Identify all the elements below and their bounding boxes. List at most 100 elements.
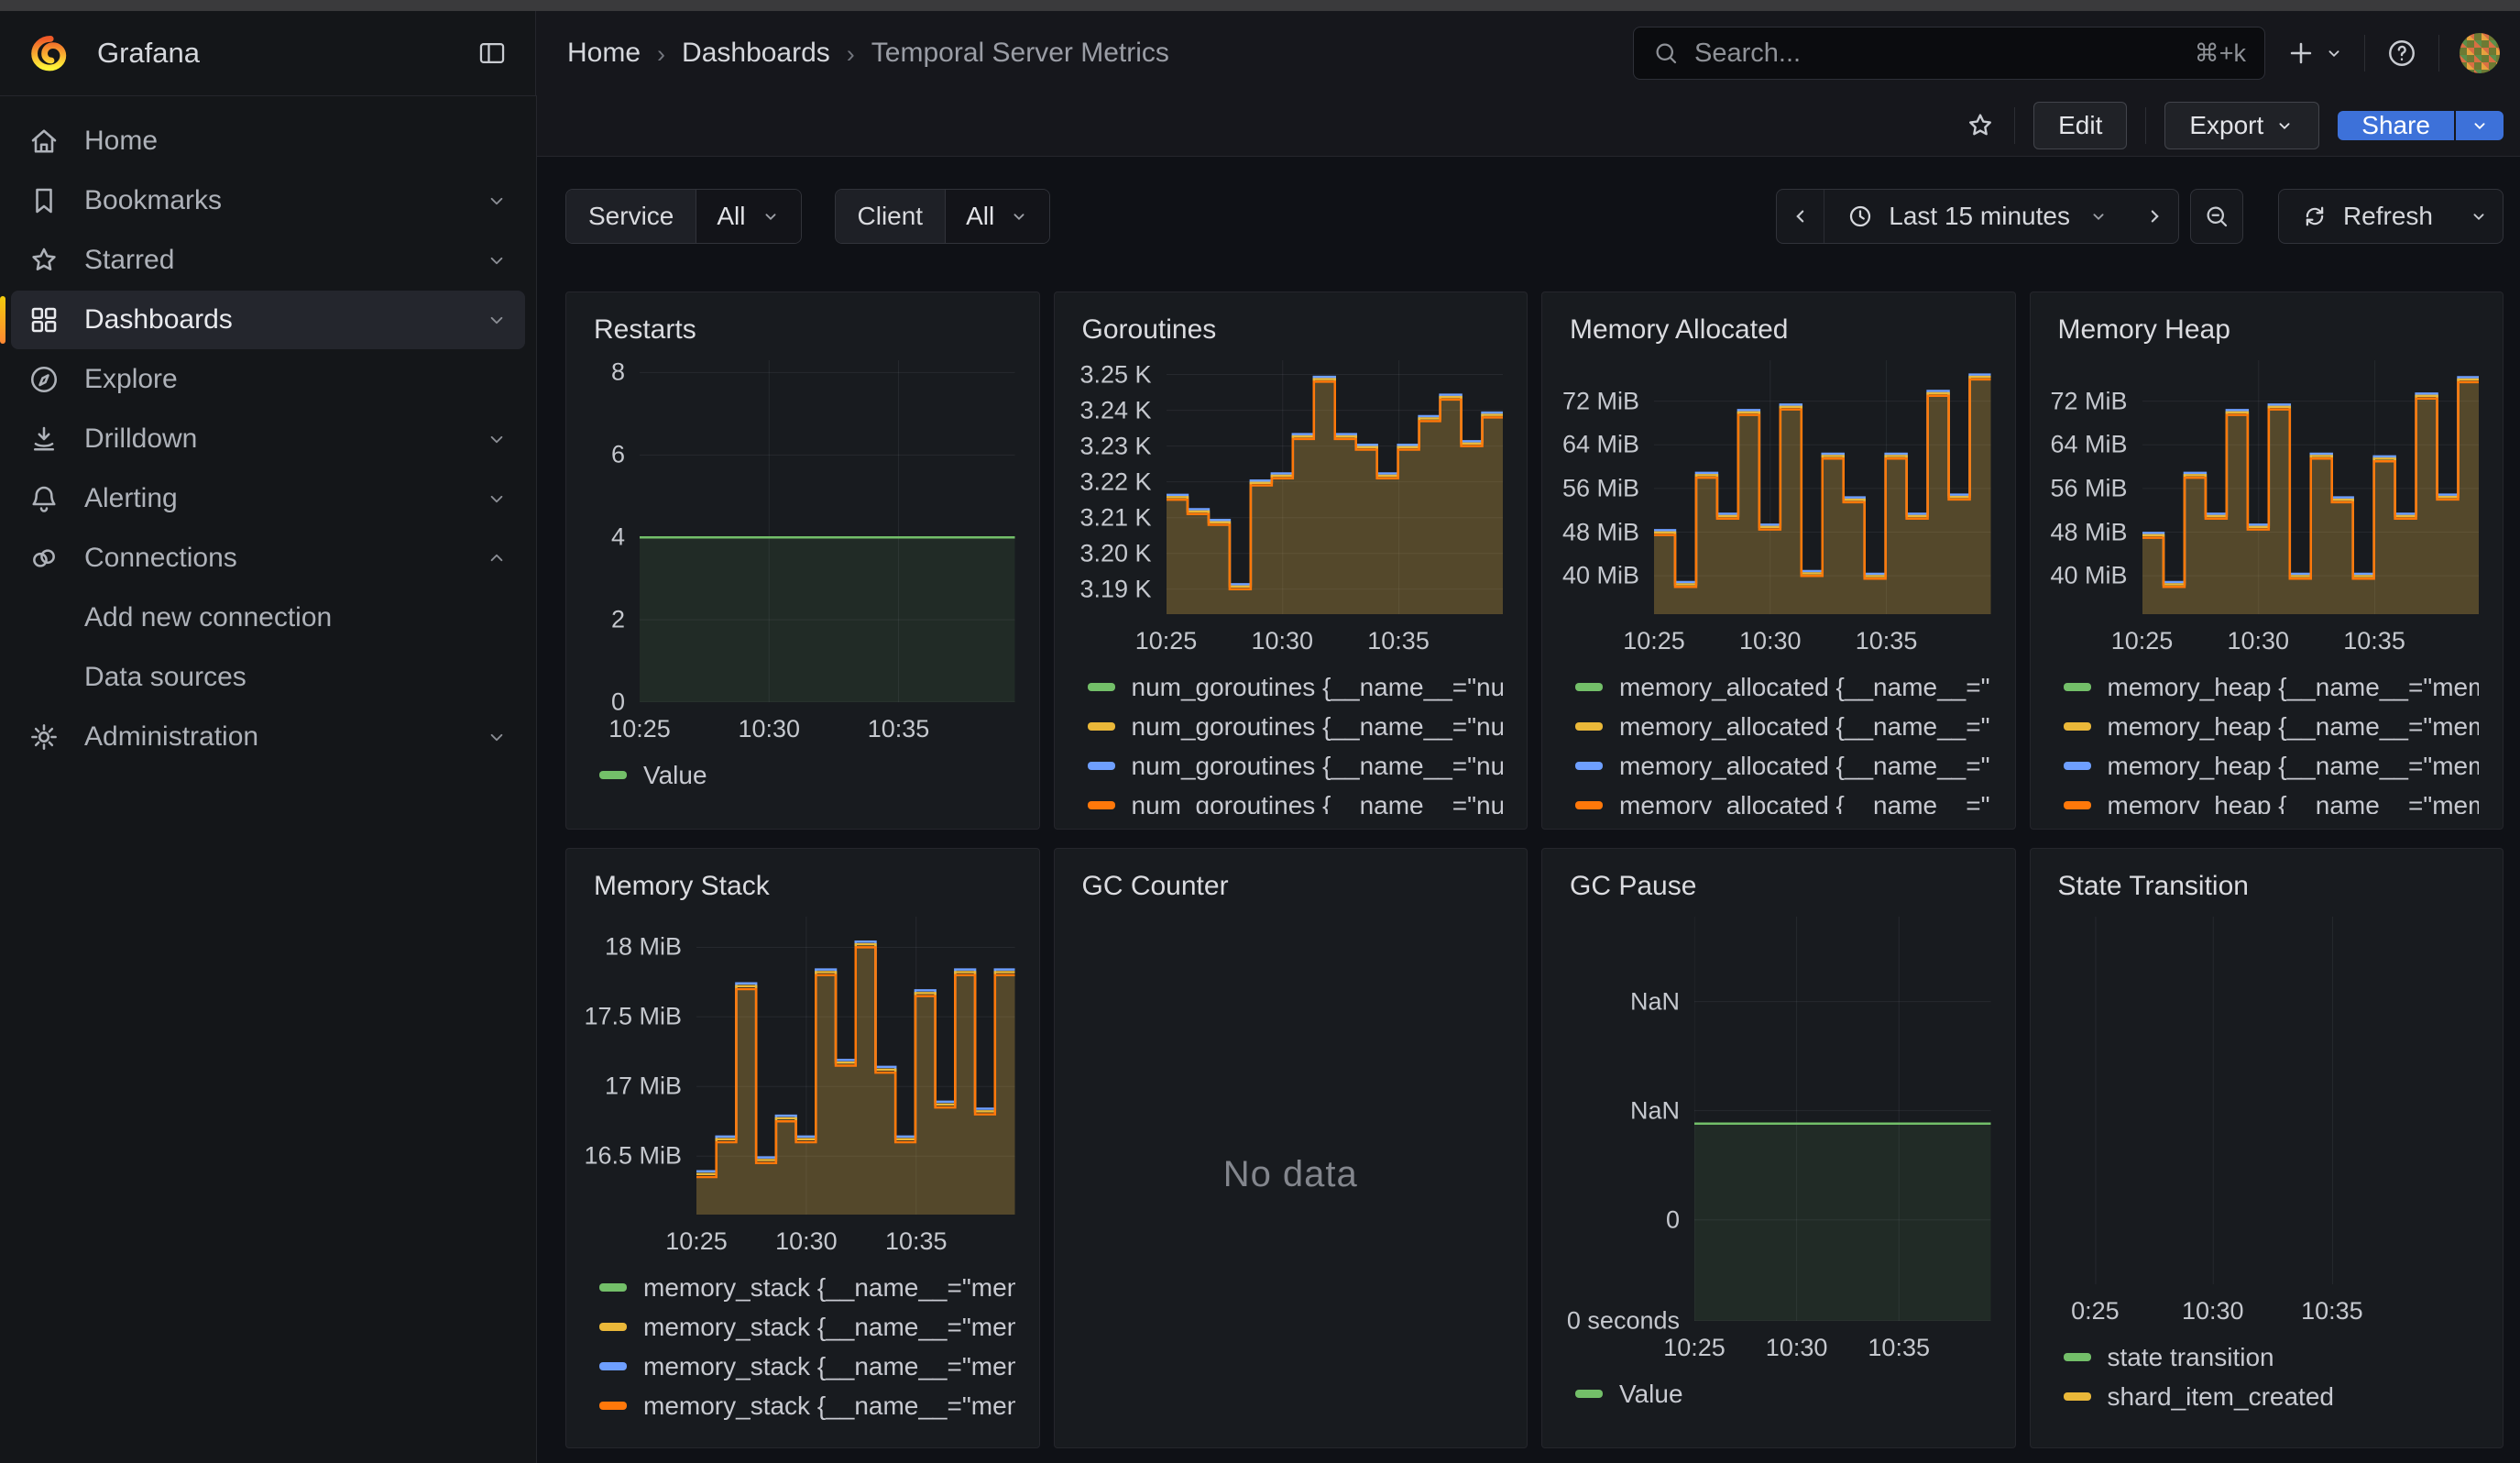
panel-title-goroutines[interactable]: Goroutines bbox=[1082, 314, 1504, 346]
chevron-down-icon[interactable] bbox=[485, 725, 509, 749]
y-tick-label: 3.22 K bbox=[1079, 468, 1151, 496]
user-avatar[interactable] bbox=[2460, 33, 2500, 73]
chevron-down-icon[interactable] bbox=[485, 248, 509, 272]
panel-title-memory-heap[interactable]: Memory Heap bbox=[2058, 314, 2480, 346]
breadcrumb-dashboards[interactable]: Dashboards bbox=[682, 38, 830, 69]
legend-item[interactable]: num_goroutines {__name__="num_go bbox=[1088, 667, 1504, 707]
sidebar-item-alerting[interactable]: Alerting bbox=[11, 469, 525, 528]
legend-series-label: num_goroutines {__name__="num_go bbox=[1132, 752, 1504, 781]
share-menu-button[interactable] bbox=[2456, 111, 2504, 140]
legend-item[interactable]: memory_heap {__name__="memory_h bbox=[2064, 667, 2480, 707]
plot-area bbox=[2142, 360, 2480, 614]
legend-item[interactable]: memory_heap {__name__="memory_h bbox=[2064, 746, 2480, 786]
x-tick-label: 10:25 bbox=[2111, 627, 2174, 655]
bell-icon bbox=[27, 482, 60, 515]
legend-item[interactable]: memory_allocated {__name__="memo bbox=[1575, 667, 1991, 707]
y-tick-label: 6 bbox=[611, 441, 625, 469]
add-button[interactable] bbox=[2285, 38, 2344, 69]
legend-series-marker bbox=[1575, 1390, 1603, 1398]
legend-item[interactable]: shard_item_created bbox=[2064, 1377, 2480, 1416]
refresh-controls: Refresh bbox=[2278, 189, 2504, 244]
legend-item[interactable]: state transition bbox=[2064, 1337, 2480, 1377]
panel-memory-allocated: Memory Allocated72 MiB64 MiB56 MiB48 MiB… bbox=[1541, 292, 2016, 830]
share-button[interactable]: Share bbox=[2338, 111, 2454, 140]
sidebar-item-starred[interactable]: Starred bbox=[11, 231, 525, 290]
x-axis: 10:2510:3010:35 bbox=[1654, 614, 1991, 658]
chevron-down-icon[interactable] bbox=[485, 427, 509, 451]
chevron-down-icon[interactable] bbox=[485, 189, 509, 213]
plot-area bbox=[1694, 917, 1991, 1321]
legend-item[interactable]: memory_stack {__name__="memory_s bbox=[599, 1268, 1015, 1307]
search-input[interactable]: Search... ⌘+k bbox=[1633, 27, 2265, 80]
legend-item[interactable]: num_goroutines {__name__="num_go bbox=[1088, 707, 1504, 746]
sidebar-toggle-button[interactable] bbox=[477, 38, 508, 69]
legend-series-marker bbox=[1575, 683, 1603, 691]
variable-service-label: Service bbox=[566, 190, 696, 243]
legend-series-marker bbox=[599, 1283, 627, 1292]
breadcrumb-home[interactable]: Home bbox=[567, 38, 641, 69]
x-tick-label: 10:35 bbox=[868, 715, 930, 743]
sidebar-item-drilldown[interactable]: Drilldown bbox=[11, 410, 525, 468]
chevron-down-icon[interactable] bbox=[485, 308, 509, 332]
time-range-label: Last 15 minutes bbox=[1889, 202, 2070, 231]
legend-item[interactable]: num_goroutines {__name__="num_go bbox=[1088, 746, 1504, 786]
legend-item[interactable]: num_goroutines {__name__="num_go bbox=[1088, 786, 1504, 814]
panel-legend: Value bbox=[599, 746, 1015, 814]
panel-title-gc-pause[interactable]: GC Pause bbox=[1570, 871, 1991, 902]
sidebar-item-add-new-connection[interactable]: Add new connection bbox=[11, 588, 525, 647]
time-range-picker[interactable]: Last 15 minutes bbox=[1824, 190, 2131, 243]
panel-goroutines: Goroutines3.25 K3.24 K3.23 K3.22 K3.21 K… bbox=[1054, 292, 1528, 830]
x-tick-label: 10:30 bbox=[2182, 1297, 2244, 1326]
panel-title-memory-allocated[interactable]: Memory Allocated bbox=[1570, 314, 1991, 346]
zoom-out-button[interactable] bbox=[2190, 189, 2243, 244]
help-button[interactable] bbox=[2385, 37, 2418, 70]
panel-title-restarts[interactable]: Restarts bbox=[594, 314, 1015, 346]
legend-item[interactable]: memory_allocated {__name__="memo bbox=[1575, 707, 1991, 746]
legend-item[interactable]: memory_allocated {__name__="memo bbox=[1575, 746, 1991, 786]
y-tick-label: NaN bbox=[1630, 1096, 1680, 1125]
sidebar-item-explore[interactable]: Explore bbox=[11, 350, 525, 409]
panel-title-memory-stack[interactable]: Memory Stack bbox=[594, 871, 1015, 902]
legend-item[interactable]: memory_heap {__name__="memory_h bbox=[2064, 707, 2480, 746]
panel-title-gc-counter[interactable]: GC Counter bbox=[1082, 871, 1504, 902]
edit-button[interactable]: Edit bbox=[2033, 102, 2127, 149]
drilldown-icon bbox=[27, 423, 60, 456]
legend-item[interactable]: memory_stack {__name__="memory_s bbox=[599, 1347, 1015, 1386]
legend-series-label: memory_heap {__name__="memory_h bbox=[2108, 673, 2480, 702]
y-tick-label: 56 MiB bbox=[1562, 474, 1639, 502]
legend-item[interactable]: memory_stack {__name__="memory_s bbox=[599, 1386, 1015, 1425]
sidebar-item-label: Data sources bbox=[84, 662, 247, 693]
sidebar-item-administration[interactable]: Administration bbox=[11, 708, 525, 766]
sidebar-item-bookmarks[interactable]: Bookmarks bbox=[11, 171, 525, 230]
chevron-up-icon[interactable] bbox=[485, 546, 509, 570]
search-placeholder: Search... bbox=[1694, 38, 2180, 69]
legend-item[interactable]: memory_stack {__name__="memory_s bbox=[599, 1307, 1015, 1347]
sidebar-item-home[interactable]: Home bbox=[11, 112, 525, 170]
grafana-logo-icon bbox=[27, 31, 71, 75]
variable-client-dropdown[interactable]: Client All bbox=[835, 189, 1051, 244]
variable-service-dropdown[interactable]: Service All bbox=[565, 189, 802, 244]
sidebar-item-data-sources[interactable]: Data sources bbox=[11, 648, 525, 707]
time-shift-back-button[interactable] bbox=[1777, 190, 1824, 243]
plus-icon bbox=[2285, 38, 2317, 69]
time-range-controls: Last 15 minutes bbox=[1776, 189, 2179, 244]
favorite-star-button[interactable] bbox=[1965, 110, 1996, 141]
sidebar-item-connections[interactable]: Connections bbox=[11, 529, 525, 588]
refresh-interval-button[interactable] bbox=[2455, 190, 2503, 243]
time-shift-forward-button[interactable] bbox=[2131, 190, 2178, 243]
legend-series-label: memory_stack {__name__="memory_s bbox=[643, 1313, 1015, 1342]
legend-item[interactable]: memory_allocated {__name__="memo bbox=[1575, 786, 1991, 814]
export-button[interactable]: Export bbox=[2164, 102, 2319, 149]
y-tick-label: 40 MiB bbox=[2050, 562, 2127, 590]
chevron-down-icon[interactable] bbox=[485, 487, 509, 511]
sidebar-item-dashboards[interactable]: Dashboards bbox=[11, 291, 525, 349]
legend-series-marker bbox=[1088, 683, 1115, 691]
share-button-group: Share bbox=[2338, 111, 2504, 140]
legend-item[interactable]: memory_heap {__name__="memory_h bbox=[2064, 786, 2480, 814]
panel-title-state-transition[interactable]: State Transition bbox=[2058, 871, 2480, 902]
refresh-button[interactable]: Refresh bbox=[2279, 190, 2455, 243]
legend-item[interactable]: Value bbox=[599, 755, 1015, 795]
legend-item[interactable]: Value bbox=[1575, 1374, 1991, 1414]
x-tick-label: 10:30 bbox=[2227, 627, 2289, 655]
x-tick-label: 10:25 bbox=[1663, 1334, 1726, 1362]
